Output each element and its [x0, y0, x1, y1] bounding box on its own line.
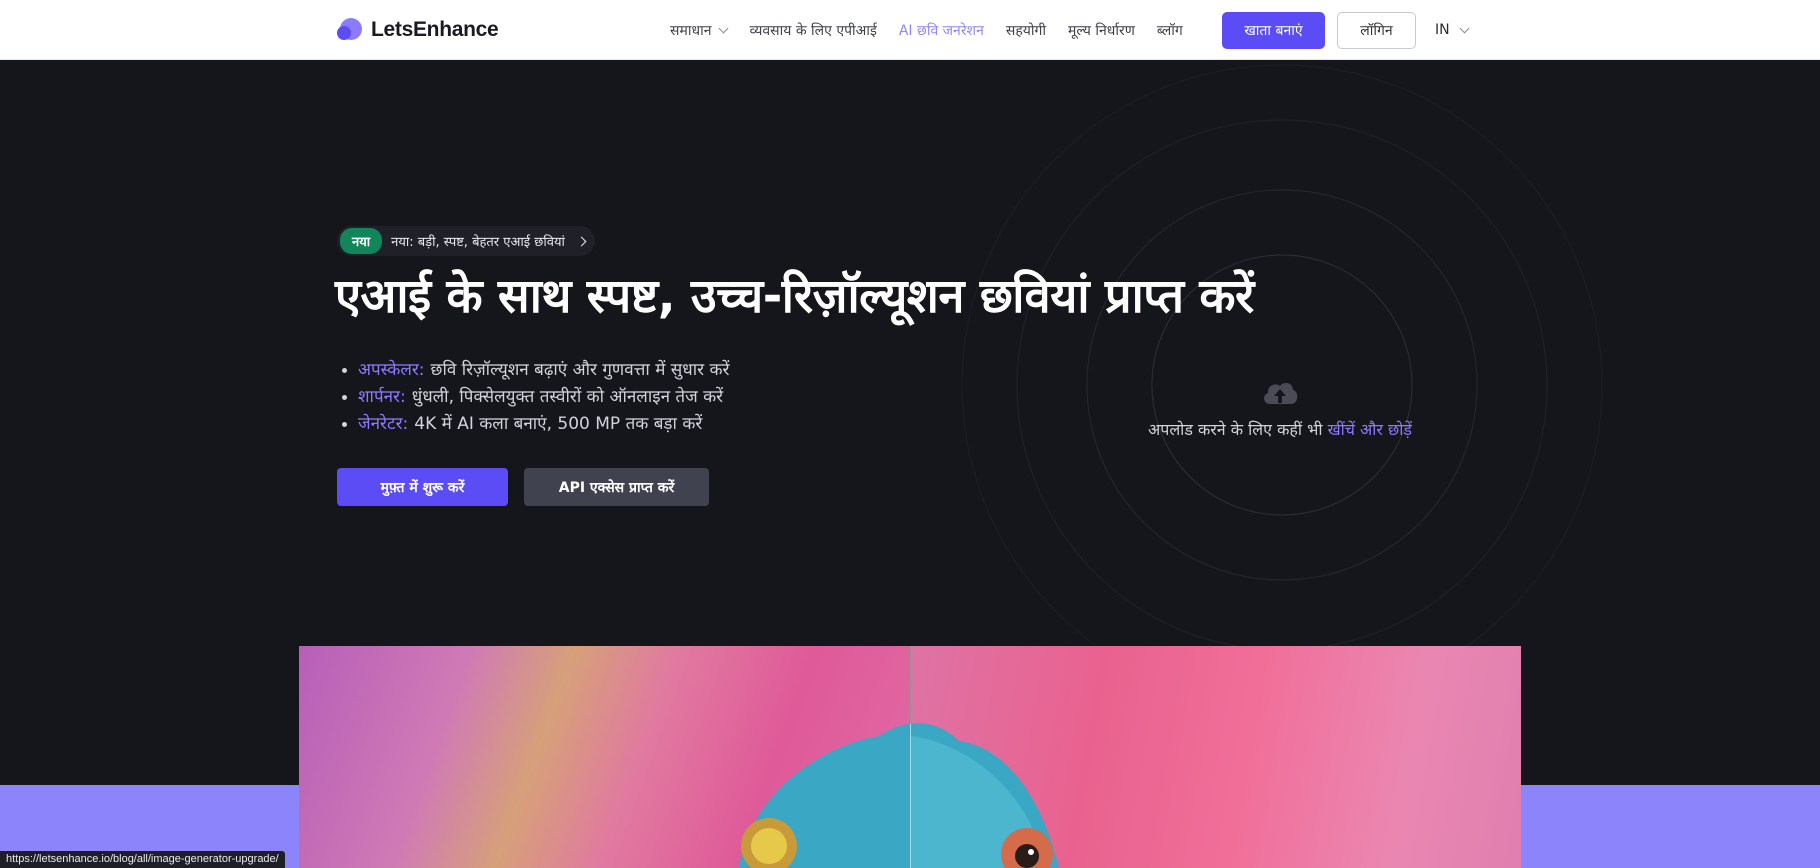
nav-item-label: AI छवि जनरेशन: [898, 22, 984, 39]
feature-description: 4K में AI कला बनाएं, 500 MP तक बड़ा करें: [414, 414, 703, 434]
upload-text: अपलोड करने के लिए कहीं भी खींचें और छोड़…: [1148, 420, 1412, 439]
nav-item-blog[interactable]: ब्लॉग: [1157, 21, 1183, 40]
list-item: जेनरेटर: 4K में AI कला बनाएं, 500 MP तक …: [342, 411, 730, 438]
start-free-button[interactable]: मुफ़्त में शुरू करें: [337, 468, 508, 506]
nav-item-ai-image-generation[interactable]: AI छवि जनरेशन: [899, 21, 984, 40]
brand-name: LetsEnhance: [371, 18, 499, 41]
language-code: IN: [1435, 22, 1450, 38]
new-feature-badge[interactable]: नया नया: बड़ी, स्पष्ट, बेहतर एआई छवियां: [337, 226, 595, 256]
nav-item-label: व्यवसाय के लिए एपीआई: [749, 22, 877, 39]
logo-icon: [337, 17, 363, 43]
bullet-dot: [342, 395, 347, 400]
new-tag: नया: [340, 228, 383, 254]
chevron-right-icon: [576, 236, 587, 246]
nav-item-label: समाधान: [670, 22, 712, 39]
before-after-image[interactable]: [299, 646, 1521, 868]
upload-instruction: अपलोड करने के लिए कहीं भी: [1148, 420, 1323, 439]
list-item: शार्पनर: धुंधली, पिक्सेलयुक्त तस्वीरों क…: [342, 384, 730, 411]
signup-button[interactable]: खाता बनाएं: [1222, 12, 1325, 49]
cloud-upload-icon: [1264, 382, 1298, 404]
language-selector[interactable]: IN: [1435, 22, 1470, 38]
status-bar-url: https://letsenhance.io/blog/all/image-ge…: [0, 851, 285, 868]
nav-item-api-business[interactable]: व्यवसाय के लिए एपीआई: [749, 21, 876, 40]
upload-dropzone[interactable]: अपलोड करने के लिए कहीं भी खींचें और छोड़…: [1080, 378, 1480, 440]
chevron-down-icon: [719, 23, 729, 33]
nav-item-solutions[interactable]: समाधान: [670, 21, 729, 40]
feature-name: जेनरेटर:: [358, 414, 409, 434]
nav-item-label: सहयोगी: [1005, 22, 1047, 39]
nav-item-partners[interactable]: सहयोगी: [1006, 21, 1046, 40]
nav-item-label: ब्लॉग: [1156, 22, 1183, 39]
badge-text: नया: बड़ी, स्पष्ट, बेहतर एआई छवियां: [391, 235, 565, 250]
feature-list: अपस्केलर: छवि रिज़ॉल्यूशन बढ़ाएं और गुणव…: [342, 357, 730, 438]
drag-drop-link[interactable]: खींचें और छोड़ें: [1328, 420, 1412, 439]
bullet-dot: [342, 422, 347, 427]
nav-item-label: मूल्य निर्धारण: [1068, 22, 1135, 39]
chevron-down-icon: [1459, 23, 1470, 33]
brand-logo[interactable]: LetsEnhance: [337, 17, 499, 43]
feature-name: शार्पनर:: [358, 387, 406, 407]
api-access-button[interactable]: API एक्सेस प्राप्त करें: [524, 468, 709, 506]
comparison-slider-divider[interactable]: [910, 646, 911, 868]
hero-headline: एआई के साथ स्पष्ट, उच्च-रिज़ॉल्यूशन छविय…: [335, 269, 1254, 324]
nav-item-pricing[interactable]: मूल्य निर्धारण: [1068, 21, 1135, 40]
top-navbar: LetsEnhance समाधान व्यवसाय के लिए एपीआई …: [0, 0, 1820, 60]
feature-description: धुंधली, पिक्सेलयुक्त तस्वीरों को ऑनलाइन …: [411, 387, 724, 407]
bullet-dot: [342, 368, 347, 373]
feature-name: अपस्केलर:: [358, 360, 425, 380]
login-button[interactable]: लॉगिन: [1337, 12, 1416, 49]
list-item: अपस्केलर: छवि रिज़ॉल्यूशन बढ़ाएं और गुणव…: [342, 357, 730, 384]
nav-menu: समाधान व्यवसाय के लिए एपीआई AI छवि जनरेश…: [670, 0, 1205, 60]
feature-description: छवि रिज़ॉल्यूशन बढ़ाएं और गुणवत्ता में स…: [430, 360, 730, 380]
